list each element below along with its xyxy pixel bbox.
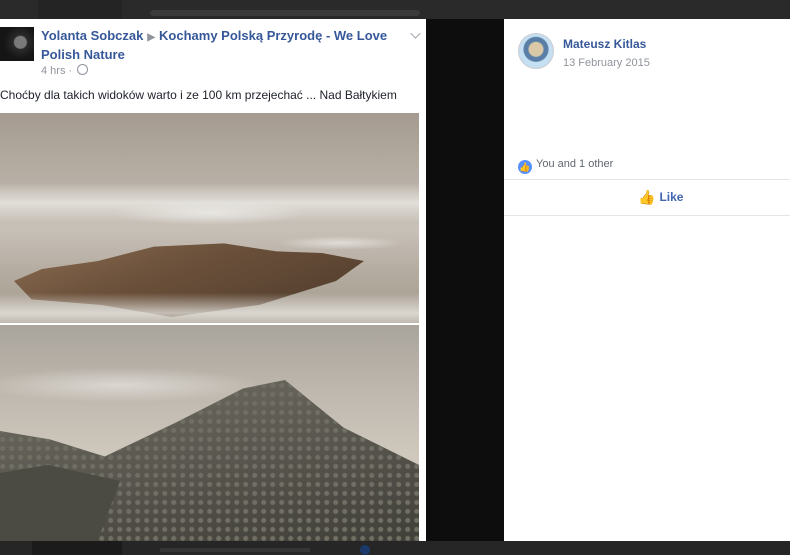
backdrop-top: [0, 0, 790, 19]
post-header: Yolanta Sobczak ▶ Kochamy Polską Przyrodę …: [41, 27, 411, 63]
shared-post: Yolanta Sobczak ▶ Kochamy Polską Przyrodę …: [0, 19, 426, 541]
arrow-right-icon: ▶: [147, 32, 156, 43]
wave-foam: [0, 183, 419, 223]
photo-viewer-sidebar: Mateusz Kitlas 13 February 2015 👍 You and…: [504, 19, 790, 541]
like-reaction-icon: 👍: [518, 160, 532, 174]
upload-date[interactable]: 13 February 2015: [563, 57, 650, 69]
post-time[interactable]: 4 hrs: [41, 65, 65, 77]
reactions-summary[interactable]: 👍 You and 1 other: [518, 157, 613, 174]
background-image: [32, 541, 122, 555]
reactions-text: You and 1 other: [536, 158, 614, 170]
meta-separator: ·: [68, 65, 73, 77]
post-photo-1[interactable]: [0, 113, 419, 323]
globe-icon[interactable]: [77, 64, 89, 75]
chevron-down-icon[interactable]: [410, 28, 421, 39]
uploader-name[interactable]: Mateusz Kitlas: [563, 37, 646, 51]
post-meta: 4 hrs ·: [41, 64, 89, 77]
background-image: [38, 0, 122, 19]
backdrop-bottom: [0, 541, 790, 555]
like-button[interactable]: 👍 Like: [638, 189, 683, 206]
like-label: Like: [659, 190, 684, 204]
thumbs-up-icon: 👍: [638, 189, 656, 205]
background-text: [150, 10, 420, 16]
background-icon: [360, 545, 370, 555]
author-link[interactable]: Yolanta Sobczak: [41, 28, 143, 43]
background-text: [160, 548, 310, 552]
divider: [504, 179, 790, 180]
post-photo-2[interactable]: [0, 325, 419, 541]
post-text: Choćby dla takich widoków warto i ze 100…: [0, 88, 397, 102]
divider: [504, 215, 790, 216]
avatar[interactable]: [518, 33, 554, 69]
author-avatar[interactable]: [0, 27, 34, 61]
wave-foam: [0, 293, 419, 323]
